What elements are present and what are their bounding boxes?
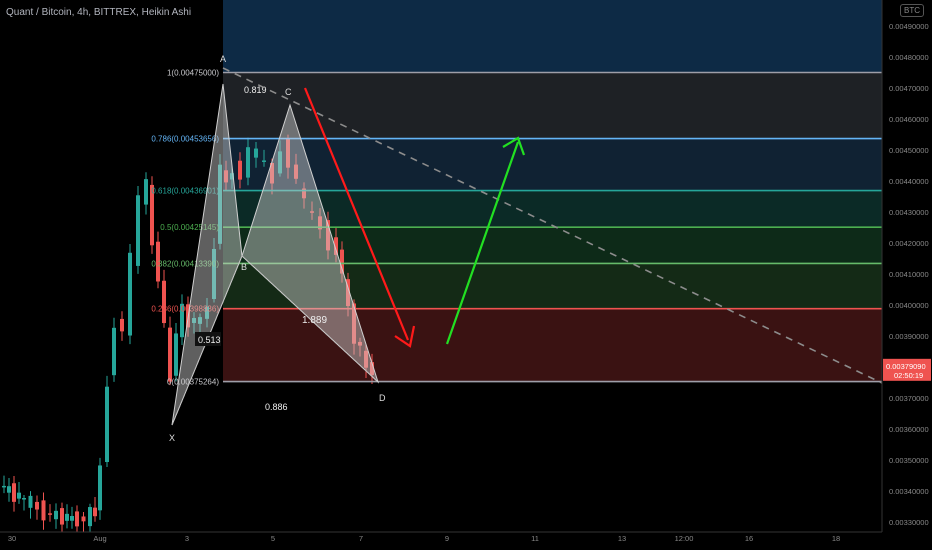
y-tick-label: 0.00410000 bbox=[889, 270, 929, 279]
candle-body bbox=[112, 327, 116, 376]
y-tick-label: 0.00460000 bbox=[889, 115, 929, 124]
last-price-value: 0.00379090 bbox=[886, 362, 926, 371]
candle-body bbox=[162, 280, 166, 324]
y-tick-label: 0.00480000 bbox=[889, 53, 929, 62]
y-tick-label: 0.00420000 bbox=[889, 239, 929, 248]
chart-title: Quant / Bitcoin, 4h, BITTREX, Heikin Ash… bbox=[6, 7, 192, 18]
candle-body bbox=[81, 516, 86, 522]
fib-label: 1(0.00475000) bbox=[167, 69, 219, 78]
ratio-label-xb: 0.513 bbox=[198, 335, 221, 345]
point-label-d: D bbox=[379, 393, 386, 403]
y-tick-label: 0.00400000 bbox=[889, 301, 929, 310]
fib-label: 0.786(0.00453656) bbox=[151, 135, 219, 144]
y-tick-label: 0.00370000 bbox=[889, 394, 929, 403]
x-tick-label: 3 bbox=[185, 534, 189, 543]
candle-body bbox=[22, 498, 26, 500]
candle-body bbox=[35, 501, 39, 510]
candle-body bbox=[98, 465, 102, 511]
x-tick-label: 11 bbox=[531, 534, 539, 543]
candle-body bbox=[48, 513, 52, 515]
candle-body bbox=[12, 483, 16, 502]
x-tick-label: 7 bbox=[359, 534, 363, 543]
chart-screen: 1(0.00475000) 0.786(0.00453656) 0.618(0.00… bbox=[0, 0, 932, 550]
candle-body bbox=[105, 386, 109, 463]
x-tick-label: 18 bbox=[832, 534, 840, 543]
candle-body bbox=[75, 511, 79, 527]
point-label-c: C bbox=[285, 87, 292, 97]
candle-body bbox=[120, 318, 124, 332]
candle-body bbox=[246, 147, 250, 178]
y-tick-label: 0.00440000 bbox=[889, 177, 929, 186]
currency-button[interactable]: BTC bbox=[900, 4, 924, 17]
candle-body bbox=[136, 195, 140, 266]
candle-body bbox=[60, 508, 64, 525]
time-axis-bg bbox=[0, 532, 932, 550]
ratio-label-xd: 0.886 bbox=[265, 402, 288, 412]
y-tick-label: 0.00390000 bbox=[889, 332, 929, 341]
candle-body bbox=[2, 485, 6, 488]
candle-body bbox=[88, 507, 92, 527]
x-tick-label: 9 bbox=[445, 534, 449, 543]
y-tick-label: 0.00360000 bbox=[889, 425, 929, 434]
candle-body bbox=[262, 160, 266, 162]
point-label-x: X bbox=[169, 433, 175, 443]
candle-body bbox=[93, 507, 97, 517]
y-tick-label: 0.00350000 bbox=[889, 456, 929, 465]
x-tick-label: 16 bbox=[745, 534, 753, 543]
x-tick-label: 30 bbox=[8, 534, 16, 543]
candle-body bbox=[17, 492, 21, 499]
y-tick-label: 0.00330000 bbox=[889, 518, 929, 527]
x-tick-label: 13 bbox=[618, 534, 626, 543]
y-tick-label: 0.00470000 bbox=[889, 84, 929, 93]
candle-body bbox=[174, 333, 178, 376]
candle-body bbox=[41, 500, 46, 521]
ratio-label-bd: 1.889 bbox=[302, 315, 327, 326]
candle-body bbox=[28, 495, 33, 508]
candle-body bbox=[254, 148, 258, 158]
x-tick-label: 5 bbox=[271, 534, 275, 543]
candle-body bbox=[128, 252, 132, 336]
point-label-b: B bbox=[241, 262, 247, 272]
candle-body bbox=[54, 510, 58, 520]
top-zone-fill bbox=[223, 0, 882, 73]
point-label-a: A bbox=[220, 54, 226, 64]
x-tick-label: Aug bbox=[93, 534, 106, 543]
candle-body bbox=[238, 160, 242, 180]
candle-body bbox=[70, 516, 74, 521]
price-chart[interactable]: 1(0.00475000)0.786(0.00453656)0.618(0.00… bbox=[0, 0, 932, 550]
candle-body bbox=[144, 179, 148, 205]
candle-body bbox=[7, 486, 11, 493]
fib-zone-fill bbox=[223, 138, 882, 191]
fib-label: 0(0.00375264) bbox=[167, 378, 219, 387]
x-tick-label: 12:00 bbox=[675, 534, 694, 543]
y-tick-label: 0.00490000 bbox=[889, 22, 929, 31]
candle-body bbox=[168, 327, 172, 382]
candle-body bbox=[65, 513, 69, 521]
last-price-countdown: 02:50:19 bbox=[894, 371, 923, 380]
y-tick-label: 0.00340000 bbox=[889, 487, 929, 496]
y-tick-label: 0.00430000 bbox=[889, 208, 929, 217]
y-tick-label: 0.00450000 bbox=[889, 146, 929, 155]
